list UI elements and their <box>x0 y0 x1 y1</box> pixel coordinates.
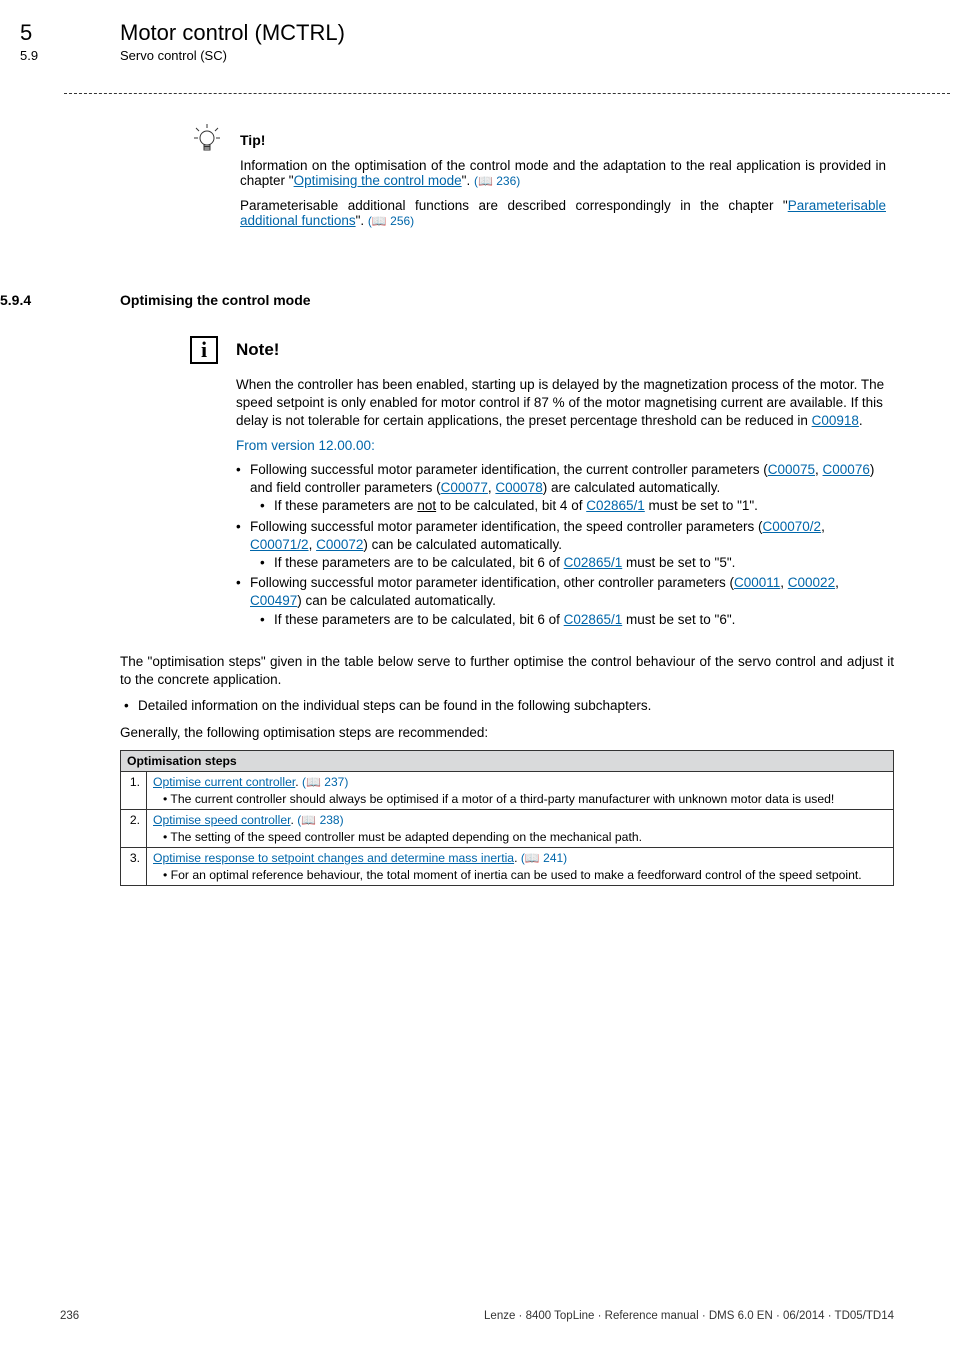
note-bullet: Following successful motor parameter ide… <box>236 574 886 629</box>
section-title: Optimising the control mode <box>120 292 311 308</box>
step-sub: • The setting of the speed controller mu… <box>153 829 887 845</box>
note-sub-bullet: If these parameters are to be calculated… <box>250 554 886 572</box>
text: must be set to "1". <box>645 498 758 513</box>
note-paragraph: When the controller has been enabled, st… <box>236 376 886 431</box>
text: , <box>815 462 823 477</box>
text: Following successful motor parameter ide… <box>250 519 763 534</box>
table-header: Optimisation steps <box>121 750 894 771</box>
step-number: 3. <box>121 848 147 886</box>
lightbulb-icon <box>190 122 240 238</box>
c00077-link[interactable]: C00077 <box>441 480 488 495</box>
c00078-link[interactable]: C00078 <box>495 480 542 495</box>
chapter-number: 5 <box>20 20 120 46</box>
step-sub: • The current controller should always b… <box>153 791 887 807</box>
text: ) can be calculated automatically. <box>363 537 562 552</box>
c00075-link[interactable]: C00075 <box>768 462 815 477</box>
optimisation-steps-table: Optimisation steps 1. Optimise current c… <box>120 750 894 886</box>
text: When the controller has been enabled, st… <box>236 377 884 428</box>
optimise-speed-controller-link[interactable]: Optimise speed controller <box>153 813 291 827</box>
step-cell: Optimise current controller. (📖 237) • T… <box>147 772 894 810</box>
text: . <box>859 413 863 428</box>
c00076-link[interactable]: C00076 <box>823 462 870 477</box>
c00918-link[interactable]: C00918 <box>812 413 859 428</box>
c00072-link[interactable]: C00072 <box>316 537 363 552</box>
text: must be set to "6". <box>622 612 735 627</box>
note-label: Note! <box>236 340 279 360</box>
table-row: 1. Optimise current controller. (📖 237) … <box>121 772 894 810</box>
text: to be calculated, bit 4 of <box>436 498 586 513</box>
note-bullet: Following successful motor parameter ide… <box>236 461 886 516</box>
body-bullet: Detailed information on the individual s… <box>120 697 894 715</box>
note-sub-bullet: If these parameters are not to be calcul… <box>250 497 886 515</box>
body-paragraph: Generally, the following optimisation st… <box>120 724 894 742</box>
section-number: 5.9.4 <box>0 292 120 308</box>
tip-paragraph: Parameterisable additional functions are… <box>240 198 886 228</box>
version-label: From version 12.00.00: <box>236 437 886 455</box>
table-row: 2. Optimise speed controller. (📖 238) • … <box>121 810 894 848</box>
c00022-link[interactable]: C00022 <box>788 575 835 590</box>
subchapter-number: 5.9 <box>20 48 120 63</box>
page-ref[interactable]: (📖 237) <box>302 775 348 789</box>
text: If these parameters are to be calculated… <box>274 612 564 627</box>
c00497-link[interactable]: C00497 <box>250 593 297 608</box>
page-ref[interactable]: (📖 236) <box>474 174 520 188</box>
text: Following successful motor parameter ide… <box>250 462 768 477</box>
note-bullet: Following successful motor parameter ide… <box>236 518 886 573</box>
c02865-link[interactable]: C02865/1 <box>564 612 623 627</box>
c00071-link[interactable]: C00071/2 <box>250 537 309 552</box>
c00011-link[interactable]: C00011 <box>734 575 780 590</box>
text: must be set to "5". <box>622 555 735 570</box>
text: If these parameters are to be calculated… <box>274 555 564 570</box>
text: ) can be calculated automatically. <box>297 593 496 608</box>
chapter-title: Motor control (MCTRL) <box>120 20 345 46</box>
footer-info: Lenze · 8400 TopLine · Reference manual … <box>484 1310 894 1322</box>
text-underlined: not <box>417 498 436 513</box>
info-icon: i <box>190 336 218 364</box>
c02865-link[interactable]: C02865/1 <box>564 555 623 570</box>
page-ref[interactable]: (📖 241) <box>521 851 567 865</box>
page-ref[interactable]: (📖 256) <box>368 214 414 228</box>
text: ". <box>462 173 474 188</box>
text: , <box>821 519 825 534</box>
step-cell: Optimise response to setpoint changes an… <box>147 848 894 886</box>
note-sub-bullet: If these parameters are to be calculated… <box>250 611 886 629</box>
text: , <box>309 537 317 552</box>
text: Parameterisable additional functions are… <box>240 198 788 213</box>
tip-label: Tip! <box>240 132 886 148</box>
text: If these parameters are <box>274 498 417 513</box>
text: ". <box>356 213 368 228</box>
text: , <box>835 575 839 590</box>
optimise-response-link[interactable]: Optimise response to setpoint changes an… <box>153 851 514 865</box>
step-sub: • For an optimal reference behaviour, th… <box>153 867 887 883</box>
text: Following successful motor parameter ide… <box>250 575 734 590</box>
page-number: 236 <box>60 1310 79 1322</box>
subchapter-title: Servo control (SC) <box>120 48 227 63</box>
step-number: 1. <box>121 772 147 810</box>
step-cell: Optimise speed controller. (📖 238) • The… <box>147 810 894 848</box>
page-ref[interactable]: (📖 238) <box>297 813 343 827</box>
optimising-control-mode-link[interactable]: Optimising the control mode <box>294 173 462 188</box>
step-number: 2. <box>121 810 147 848</box>
body-paragraph: The "optimisation steps" given in the ta… <box>120 653 894 689</box>
text: , <box>780 575 788 590</box>
table-row: 3. Optimise response to setpoint changes… <box>121 848 894 886</box>
optimise-current-controller-link[interactable]: Optimise current controller <box>153 775 295 789</box>
c02865-link[interactable]: C02865/1 <box>586 498 645 513</box>
tip-paragraph: Information on the optimisation of the c… <box>240 158 886 188</box>
text: ) are calculated automatically. <box>543 480 721 495</box>
separator <box>64 93 950 94</box>
c00070-link[interactable]: C00070/2 <box>763 519 822 534</box>
